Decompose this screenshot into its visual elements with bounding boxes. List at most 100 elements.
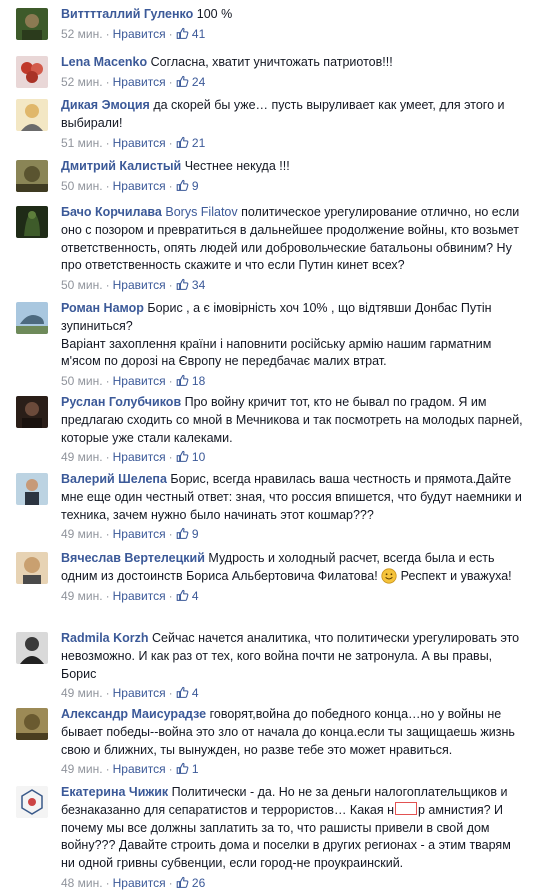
like-count: 26 — [191, 875, 206, 890]
comment-author[interactable]: Александр Маисурадзе — [61, 707, 206, 721]
comment-author[interactable]: Дикая Эмоция — [61, 98, 150, 112]
avatar[interactable] — [16, 708, 48, 740]
like-count: 4 — [191, 588, 199, 603]
comment-time[interactable]: 50 мин. — [61, 374, 103, 388]
comment-time[interactable]: 51 мин. — [61, 136, 103, 150]
like-button[interactable]: Нравится — [113, 27, 166, 41]
like-count: 21 — [191, 135, 206, 150]
thumbs-up-icon — [176, 762, 189, 775]
comment-text: Честнее некуда !!! — [184, 159, 290, 173]
comment: Дмитрий Калистый Честнее некуда !!! 50 м… — [0, 152, 543, 197]
comment-time[interactable]: 49 мин. — [61, 450, 103, 464]
like-count-link[interactable]: 1 — [176, 762, 199, 776]
like-count-link[interactable]: 9 — [176, 527, 199, 541]
like-count-link[interactable]: 9 — [176, 179, 199, 193]
comment-text: 100 % — [196, 7, 233, 21]
comment-author[interactable]: Витттталлий Гуленко — [61, 7, 193, 21]
comment-time[interactable]: 52 мин. — [61, 75, 103, 89]
comment: Бачо Корчилава Borys Filatov политическо… — [0, 198, 543, 294]
avatar[interactable] — [16, 99, 48, 131]
comment-author[interactable]: Руслан Голубчиков — [61, 395, 181, 409]
avatar[interactable] — [16, 552, 48, 584]
like-button[interactable]: Нравится — [113, 374, 166, 388]
avatar[interactable] — [16, 473, 48, 505]
smile-emoji-icon — [381, 568, 397, 584]
avatar[interactable] — [16, 206, 48, 238]
thumbs-up-icon — [176, 876, 189, 889]
like-count-link[interactable]: 34 — [176, 278, 205, 292]
comment: Роман Намор Борис , а є імовірність хоч … — [0, 294, 543, 388]
comment-time[interactable]: 50 мин. — [61, 278, 103, 292]
like-count-link[interactable]: 18 — [176, 374, 206, 389]
thumbs-up-icon — [176, 589, 189, 602]
avatar[interactable] — [16, 396, 48, 428]
like-count-link[interactable]: 24 — [176, 74, 206, 89]
comment: Екатерина Чижик Политически - да. Но не … — [0, 778, 543, 893]
like-count-link[interactable]: 21 — [176, 135, 206, 150]
comment-author[interactable]: Вячеслав Вертелецкий — [61, 551, 205, 565]
like-count-link[interactable]: 41 — [176, 26, 206, 41]
comment: Александр Маисурадзе говорят,война до по… — [0, 700, 543, 778]
avatar[interactable] — [16, 786, 48, 818]
avatar[interactable] — [16, 302, 48, 334]
comment-author[interactable]: Radmila Korzh — [61, 631, 149, 645]
like-count-link[interactable]: 26 — [176, 875, 206, 890]
comment-author[interactable]: Екатерина Чижик — [61, 785, 168, 799]
like-button[interactable]: Нравится — [113, 686, 166, 700]
comment-author[interactable]: Роман Намор — [61, 301, 144, 315]
comment-author[interactable]: Бачо Корчилава — [61, 205, 162, 219]
comment: Валерий Шелепа Борис, всегда нравилась в… — [0, 465, 543, 544]
comment-time[interactable]: 49 мин. — [61, 762, 103, 776]
like-count-link[interactable]: 4 — [176, 589, 199, 603]
comment-time[interactable]: 49 мин. — [61, 527, 103, 541]
like-count: 4 — [191, 686, 199, 701]
like-count-link[interactable]: 4 — [176, 686, 199, 700]
comment-time[interactable]: 52 мин. — [61, 27, 103, 41]
avatar[interactable] — [16, 632, 48, 664]
avatar[interactable] — [16, 160, 48, 192]
comment-time[interactable]: 48 мин. — [61, 876, 103, 890]
comment-author[interactable]: Дмитрий Калистый — [61, 159, 181, 173]
like-button[interactable]: Нравится — [113, 762, 166, 776]
comment-time[interactable]: 49 мин. — [61, 686, 103, 700]
like-count: 1 — [191, 762, 199, 777]
comment-meta: 49 мин. · Нравится · 9 — [61, 527, 199, 542]
like-button[interactable]: Нравится — [113, 136, 166, 150]
comment-meta: 51 мин. · Нравится · 21 — [61, 135, 206, 150]
like-count: 24 — [191, 74, 206, 89]
like-button[interactable]: Нравится — [113, 179, 166, 193]
like-count: 10 — [191, 450, 206, 465]
like-count: 9 — [191, 178, 199, 193]
thumbs-up-icon — [176, 374, 189, 387]
like-button[interactable]: Нравится — [113, 75, 166, 89]
comment-meta: 52 мин. · Нравится · 41 — [61, 26, 206, 41]
comment-meta: 49 мин. · Нравится · 1 — [61, 762, 199, 777]
like-count: 41 — [191, 26, 206, 41]
comment-meta: 50 мин. · Нравится · 9 — [61, 178, 199, 193]
like-button[interactable]: Нравится — [113, 527, 166, 541]
thumbs-up-icon — [176, 450, 189, 463]
comment-meta: 50 мин. · Нравится · 34 — [61, 278, 206, 293]
like-button[interactable]: Нравится — [113, 589, 166, 603]
comment: Витттталлий Гуленко 100 % 52 мин. · Нравит… — [0, 0, 543, 48]
comment-time[interactable]: 50 мин. — [61, 179, 103, 193]
avatar[interactable] — [16, 8, 48, 40]
thumbs-up-icon — [176, 27, 189, 40]
like-button[interactable]: Нравится — [113, 278, 166, 292]
thumbs-up-icon — [176, 179, 189, 192]
like-count: 9 — [191, 527, 199, 542]
comment-author[interactable]: Lena Macenko — [61, 55, 147, 69]
like-count: 18 — [191, 374, 206, 389]
like-button[interactable]: Нравится — [113, 876, 166, 890]
mention-link[interactable]: Borys Filatov — [165, 205, 237, 219]
comment-meta: 48 мин. · Нравится · 26 — [61, 875, 206, 890]
comment: Руслан Голубчиков Про войну кричит тот, … — [0, 388, 543, 465]
thumbs-up-icon — [176, 527, 189, 540]
comment-time[interactable]: 49 мин. — [61, 589, 103, 603]
thumbs-up-icon — [176, 136, 189, 149]
comment-text-continued: Варіант захоплення країни і наповнити ро… — [61, 336, 492, 369]
avatar[interactable] — [16, 56, 48, 88]
like-count-link[interactable]: 10 — [176, 450, 206, 465]
comment-author[interactable]: Валерий Шелепа — [61, 472, 167, 486]
like-button[interactable]: Нравится — [113, 450, 166, 464]
